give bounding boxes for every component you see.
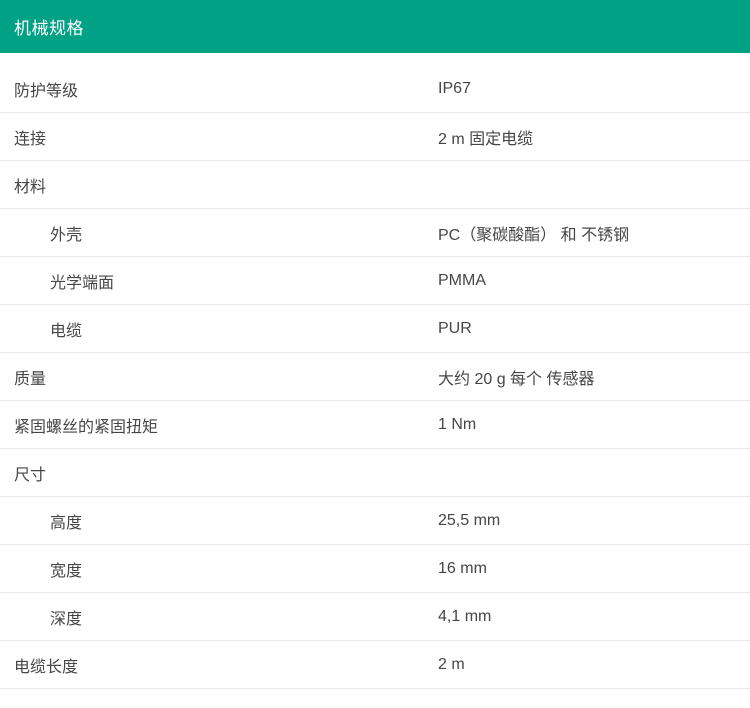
spec-group-row: 尺寸 (0, 449, 750, 497)
spec-value: 4,1 mm (438, 608, 750, 626)
spec-label: 电缆 (0, 317, 438, 341)
spec-row: 防护等级 IP67 (0, 65, 750, 113)
spec-row: 连接 2 m 固定电缆 (0, 113, 750, 161)
spec-row: 高度 25,5 mm (0, 497, 750, 545)
spec-group-row: 材料 (0, 161, 750, 209)
spec-label: 宽度 (0, 557, 438, 581)
section-header-mechanical-specs: 机械规格 (0, 0, 750, 53)
spec-row: 外壳 PC（聚碳酸酯） 和 不锈钢 (0, 209, 750, 257)
spec-label: 外壳 (0, 221, 438, 245)
spec-value: IP67 (438, 80, 750, 98)
spec-label: 连接 (0, 125, 438, 149)
spec-value: PC（聚碳酸酯） 和 不锈钢 (438, 221, 750, 245)
spec-row: 光学端面 PMMA (0, 257, 750, 305)
spec-label: 紧固螺丝的紧固扭矩 (0, 413, 438, 437)
spec-value: PMMA (438, 272, 750, 290)
spec-row: 深度 4,1 mm (0, 593, 750, 641)
spec-label: 光学端面 (0, 269, 438, 293)
spec-row: 宽度 16 mm (0, 545, 750, 593)
spec-row: 电缆 PUR (0, 305, 750, 353)
spec-value: 大约 20 g 每个 传感器 (438, 365, 750, 389)
spec-label: 电缆长度 (0, 653, 438, 677)
spec-label: 质量 (0, 365, 438, 389)
spec-row: 电缆长度 2 m (0, 641, 750, 689)
spec-value: 16 mm (438, 560, 750, 578)
spec-label: 深度 (0, 605, 438, 629)
spec-table: 防护等级 IP67 连接 2 m 固定电缆 材料 外壳 PC（聚碳酸酯） 和 不… (0, 65, 750, 689)
spec-row: 紧固螺丝的紧固扭矩 1 Nm (0, 401, 750, 449)
spec-value: 25,5 mm (438, 512, 750, 530)
section-title: 机械规格 (14, 14, 84, 39)
spec-label: 材料 (0, 173, 438, 197)
spec-value: PUR (438, 320, 750, 338)
spec-row: 质量 大约 20 g 每个 传感器 (0, 353, 750, 401)
spec-label: 防护等级 (0, 77, 438, 101)
spec-label: 尺寸 (0, 461, 438, 485)
spec-label: 高度 (0, 509, 438, 533)
spec-value: 2 m 固定电缆 (438, 125, 750, 149)
spec-value: 1 Nm (438, 416, 750, 434)
spec-value: 2 m (438, 656, 750, 674)
